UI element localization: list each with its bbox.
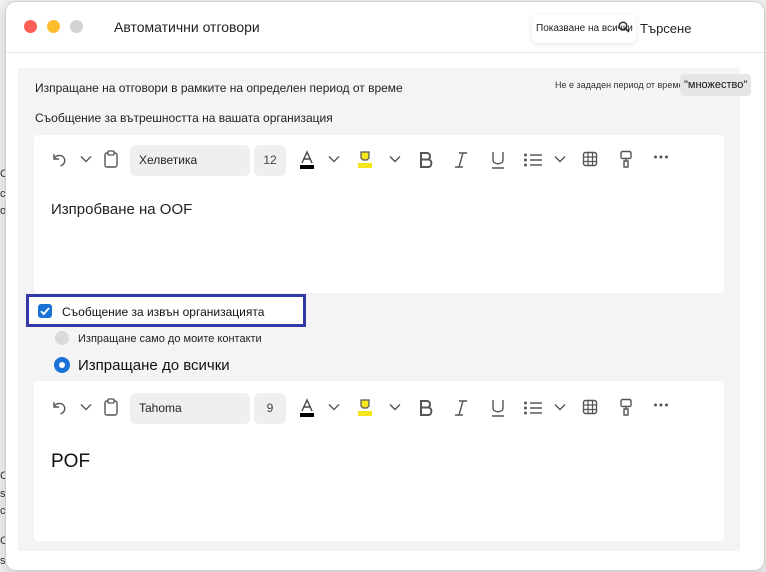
zoom-window-button[interactable] — [70, 20, 83, 33]
chevron-down-icon[interactable] — [389, 155, 401, 163]
italic-icon[interactable] — [453, 151, 469, 169]
outside-org-label: Съобщение за извън организацията — [62, 305, 265, 319]
title-bar: Автоматични отговори Показване на всички… — [6, 2, 764, 53]
time-range-status: Не е зададен период от време — [555, 80, 684, 90]
format-painter-icon[interactable] — [619, 150, 633, 168]
font-family-select[interactable]: Хелветика — [130, 145, 250, 176]
highlighter-icon[interactable] — [356, 150, 374, 170]
search-icon[interactable] — [618, 21, 630, 33]
more-options-icon[interactable] — [653, 402, 669, 408]
clipboard-icon[interactable] — [103, 398, 119, 416]
font-color-icon[interactable] — [299, 398, 315, 418]
chevron-down-icon[interactable] — [389, 403, 401, 411]
font-color-icon[interactable] — [299, 150, 315, 170]
table-icon[interactable] — [582, 399, 598, 415]
chevron-down-icon[interactable] — [554, 155, 566, 163]
formatting-toolbar: Хелветика 12 — [34, 135, 724, 185]
inside-org-label: Съобщение за вътрешността на вашата орга… — [35, 111, 333, 125]
more-options-icon[interactable] — [653, 154, 669, 160]
outside-org-checkbox-row[interactable]: Съобщение за извън организацията — [26, 294, 306, 327]
highlighter-icon[interactable] — [356, 398, 374, 418]
undo-icon[interactable] — [50, 398, 68, 416]
font-size-select[interactable]: 12 — [254, 145, 286, 176]
checkmark-icon — [40, 307, 50, 316]
window-title: Автоматични отговори — [114, 19, 260, 35]
bold-icon[interactable] — [418, 151, 434, 169]
italic-icon[interactable] — [453, 399, 469, 417]
send-in-range-label: Изпращане на отговори в рамките на опред… — [35, 81, 403, 95]
multiple-button[interactable]: "множество" — [680, 74, 752, 96]
table-icon[interactable] — [582, 151, 598, 167]
formatting-toolbar: Tahoma 9 — [34, 381, 724, 431]
contacts-only-label: Изпращане само до моите контакти — [78, 333, 262, 345]
inside-message-body[interactable]: Изпробване на OOF — [51, 201, 192, 218]
outside-message-body[interactable]: POF — [51, 451, 90, 473]
font-family-select[interactable]: Tahoma — [130, 393, 250, 424]
bold-icon[interactable] — [418, 399, 434, 417]
chevron-down-icon[interactable] — [554, 403, 566, 411]
underline-icon[interactable] — [490, 398, 506, 418]
font-size-select[interactable]: 9 — [254, 393, 286, 424]
bullet-list-icon[interactable] — [523, 152, 543, 168]
minimize-window-button[interactable] — [47, 20, 60, 33]
inside-org-editor[interactable]: Хелветика 12 Изпробване на OOF — [34, 135, 724, 293]
outside-org-editor[interactable]: Tahoma 9 POF — [34, 381, 724, 541]
outside-org-checkbox[interactable] — [38, 304, 52, 318]
close-window-button[interactable] — [24, 20, 37, 33]
chevron-down-icon[interactable] — [328, 403, 340, 411]
chevron-down-icon[interactable] — [80, 403, 92, 411]
clipboard-icon[interactable] — [103, 150, 119, 168]
undo-icon[interactable] — [50, 150, 68, 168]
bullet-list-icon[interactable] — [523, 400, 543, 416]
radio-send-to-all[interactable] — [54, 357, 70, 373]
underline-icon[interactable] — [490, 150, 506, 170]
chevron-down-icon[interactable] — [80, 155, 92, 163]
chevron-down-icon[interactable] — [328, 155, 340, 163]
radio-contacts-only[interactable] — [55, 331, 69, 345]
search-label[interactable]: Търсене — [640, 21, 691, 36]
send-to-all-label: Изпращане до всички — [78, 357, 230, 374]
format-painter-icon[interactable] — [619, 398, 633, 416]
